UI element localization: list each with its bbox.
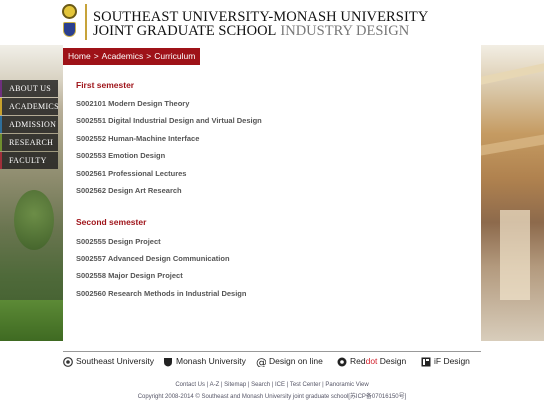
- sitemap-link[interactable]: Sitemap: [224, 382, 246, 388]
- site-header: SOUTHEAST UNIVERSITY-MONASH UNIVERSITY J…: [0, 0, 544, 45]
- southeast-university-label: Southeast University: [76, 356, 154, 366]
- monash-crest-icon: [164, 357, 172, 367]
- breadcrumb-separator: >: [93, 51, 99, 61]
- school-name: JOINT GRADUATE SCHOOL: [93, 23, 277, 39]
- a-z-link[interactable]: A-Z: [210, 382, 220, 388]
- breadcrumb-academics[interactable]: Academics: [102, 51, 144, 61]
- course-link[interactable]: S002553 Emotion Design: [76, 151, 165, 160]
- university-logos[interactable]: [62, 4, 82, 40]
- reddot-label-red: Red: [350, 356, 366, 366]
- course-link[interactable]: S002562 Design Art Research: [76, 186, 182, 195]
- svg-text:@: @: [256, 357, 266, 367]
- reddot-label-design: Design: [377, 356, 407, 366]
- monash-shield-icon: [63, 22, 76, 37]
- nav-item-admission[interactable]: ADMISSION: [0, 116, 58, 133]
- partner-links: Southeast University Monash University @…: [63, 354, 481, 368]
- search-link[interactable]: Search: [251, 382, 270, 388]
- second-semester-heading: Second semester: [76, 217, 147, 227]
- side-navigation: ABOUT US ACADEMICS ADMISSION RESEARCH FA…: [0, 80, 59, 170]
- test-center-link[interactable]: Test Center: [290, 382, 321, 388]
- ice-link[interactable]: ICE: [275, 382, 285, 388]
- design-online-link[interactable]: @ Design on line: [256, 354, 323, 368]
- site-title-line2: JOINT GRADUATE SCHOOL INDUSTRY DESIGN: [93, 23, 409, 40]
- southeast-university-link[interactable]: Southeast University: [63, 354, 154, 368]
- building-window-graphic: [500, 210, 530, 300]
- course-link[interactable]: S002101 Modern Design Theory: [76, 99, 189, 108]
- nav-item-academics[interactable]: ACADEMICS: [0, 98, 59, 115]
- reddot-logo-icon: [337, 357, 347, 367]
- course-link[interactable]: S002551 Digital Industrial Design and Vi…: [76, 116, 262, 125]
- breadcrumb-curriculum[interactable]: Curriculum: [154, 51, 195, 61]
- first-semester-heading: First semester: [76, 80, 135, 90]
- header-divider: [85, 4, 87, 40]
- course-link[interactable]: S002557 Advanced Design Communication: [76, 254, 230, 263]
- course-link[interactable]: S002560 Research Methods in Industrial D…: [76, 289, 246, 298]
- breadcrumb-home[interactable]: Home: [68, 51, 91, 61]
- course-link[interactable]: S002555 Design Project: [76, 237, 161, 246]
- if-design-label: iF Design: [434, 356, 470, 366]
- lawn-graphic: [0, 300, 63, 341]
- if-logo-icon: [421, 357, 431, 367]
- course-link[interactable]: S002558 Major Design Project: [76, 271, 183, 280]
- design-online-label: Design on line: [269, 356, 323, 366]
- tree-graphic: [14, 190, 54, 250]
- monash-university-link[interactable]: Monash University: [163, 354, 246, 368]
- southeast-seal-icon: [63, 356, 73, 367]
- course-link[interactable]: S002552 Human-Machine Interface: [76, 134, 199, 143]
- breadcrumb-separator: >: [146, 51, 152, 61]
- department-name: INDUSTRY DESIGN: [280, 23, 410, 39]
- breadcrumb: Home > Academics > Curriculum: [63, 48, 201, 65]
- panoramic-view-link[interactable]: Panoramic View: [325, 382, 368, 388]
- footer-links: Contact Us | A-Z | Sitemap | Search | IC…: [0, 382, 544, 388]
- southeast-logo-icon: [62, 4, 77, 19]
- course-link[interactable]: S002561 Professional Lectures: [76, 169, 186, 178]
- reddot-label-dot: dot: [365, 356, 378, 366]
- footer-divider: [63, 351, 481, 352]
- copyright-notice: Copyright 2008-2014 © Southeast and Mona…: [137, 394, 407, 400]
- nav-item-research[interactable]: RESEARCH: [0, 134, 58, 151]
- contact-us-link[interactable]: Contact Us: [175, 382, 205, 388]
- if-design-link[interactable]: iF Design: [421, 354, 470, 368]
- at-sign-icon: @: [256, 357, 266, 367]
- monash-university-label: Monash University: [176, 356, 246, 366]
- nav-item-faculty[interactable]: FACULTY: [0, 152, 58, 169]
- reddot-design-link[interactable]: Reddot Design: [337, 354, 406, 368]
- nav-item-about-us[interactable]: ABOUT US: [0, 80, 58, 97]
